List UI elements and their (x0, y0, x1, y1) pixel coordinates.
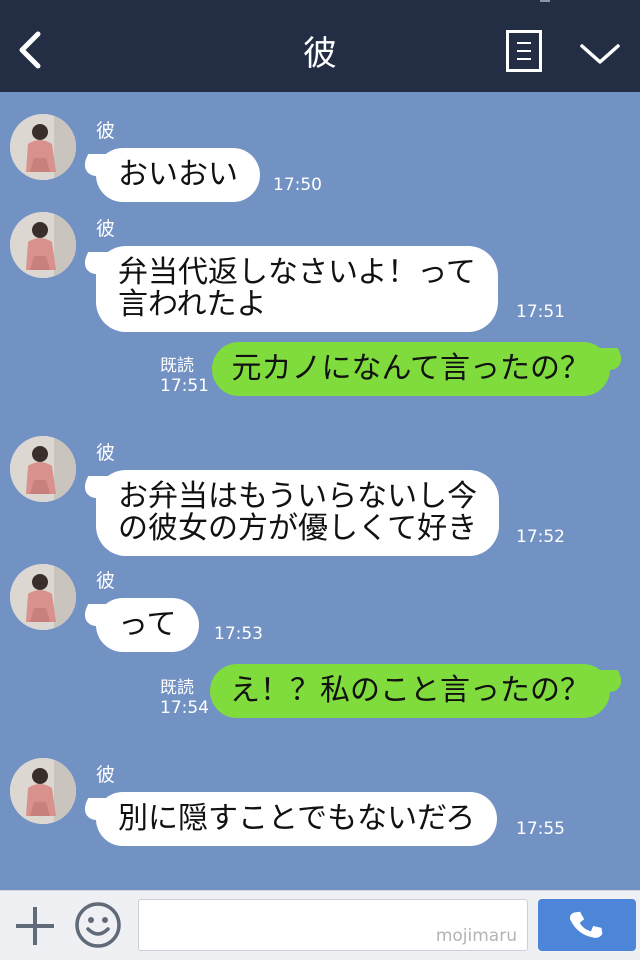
avatar[interactable] (10, 758, 76, 824)
message-bubble-incoming[interactable]: って (96, 598, 199, 652)
message-bubble-outgoing[interactable]: え！？私のこと言ったの？ (210, 664, 610, 718)
message-time: 17:55 (516, 819, 565, 839)
message-text: え！？私のこと言ったの？ (230, 673, 590, 708)
message-bubble-incoming[interactable]: お弁当はもういらないし今 の彼女の方が優しくて好き (96, 470, 500, 556)
avatar[interactable] (10, 564, 76, 630)
message-time: 17:50 (273, 175, 322, 195)
menu-list-icon[interactable] (506, 30, 542, 72)
watermark: mojimaru (435, 926, 517, 946)
read-label: 既読 (160, 356, 194, 376)
avatar[interactable] (10, 436, 76, 502)
message-text-line: 弁当代返しなさいよ！って (118, 255, 476, 290)
input-bar: mojimaru (0, 890, 640, 960)
status-bar-remnant (540, 0, 550, 2)
message-time: 17:51 (516, 302, 565, 322)
message-text: 元カノになんて言ったの？ (231, 351, 591, 386)
message-time: 17:54 (160, 698, 209, 718)
message-bubble-incoming[interactable]: おいおい (96, 148, 260, 202)
message-text-line: お弁当はもういらないし今 (118, 479, 478, 514)
message-text-line: の彼女の方が優しくて好き (118, 511, 478, 546)
phone-icon (569, 911, 603, 938)
message-input[interactable]: mojimaru (138, 899, 528, 951)
message-text: って (118, 607, 177, 642)
avatar[interactable] (10, 212, 76, 278)
read-receipt: 既読 17:54 (160, 678, 209, 718)
sender-name: 彼 (96, 764, 116, 786)
read-receipt: 既読 17:51 (160, 356, 209, 396)
sender-name: 彼 (96, 218, 116, 240)
message-time: 17:52 (516, 527, 565, 547)
sender-name: 彼 (96, 570, 116, 592)
avatar[interactable] (10, 114, 76, 180)
chevron-down-icon[interactable] (578, 38, 622, 68)
call-button[interactable] (538, 899, 636, 951)
message-time: 17:51 (160, 376, 209, 396)
message-bubble-incoming[interactable]: 別に隠すことでもないだろ (96, 792, 498, 846)
sender-name: 彼 (96, 442, 116, 464)
chat-messages[interactable]: 彼 おいおい 17:50 彼 弁当代返しなさいよ！って 言われたよ 17:51 … (0, 92, 640, 890)
read-label: 既読 (160, 678, 194, 698)
message-text-line: 言われたよ (118, 287, 267, 322)
message-time: 17:53 (214, 624, 263, 644)
message-text: おいおい (118, 157, 238, 192)
message-text: 別に隠すことでもないだろ (118, 801, 476, 836)
message-bubble-outgoing[interactable]: 元カノになんて言ったの？ (211, 342, 610, 396)
chat-header: 彼 (0, 0, 640, 92)
chat-title: 彼 (303, 34, 337, 74)
smiley-icon[interactable] (74, 901, 122, 949)
sender-name: 彼 (96, 120, 116, 142)
message-bubble-incoming[interactable]: 弁当代返しなさいよ！って 言われたよ (96, 246, 498, 332)
plus-icon[interactable] (14, 905, 56, 947)
